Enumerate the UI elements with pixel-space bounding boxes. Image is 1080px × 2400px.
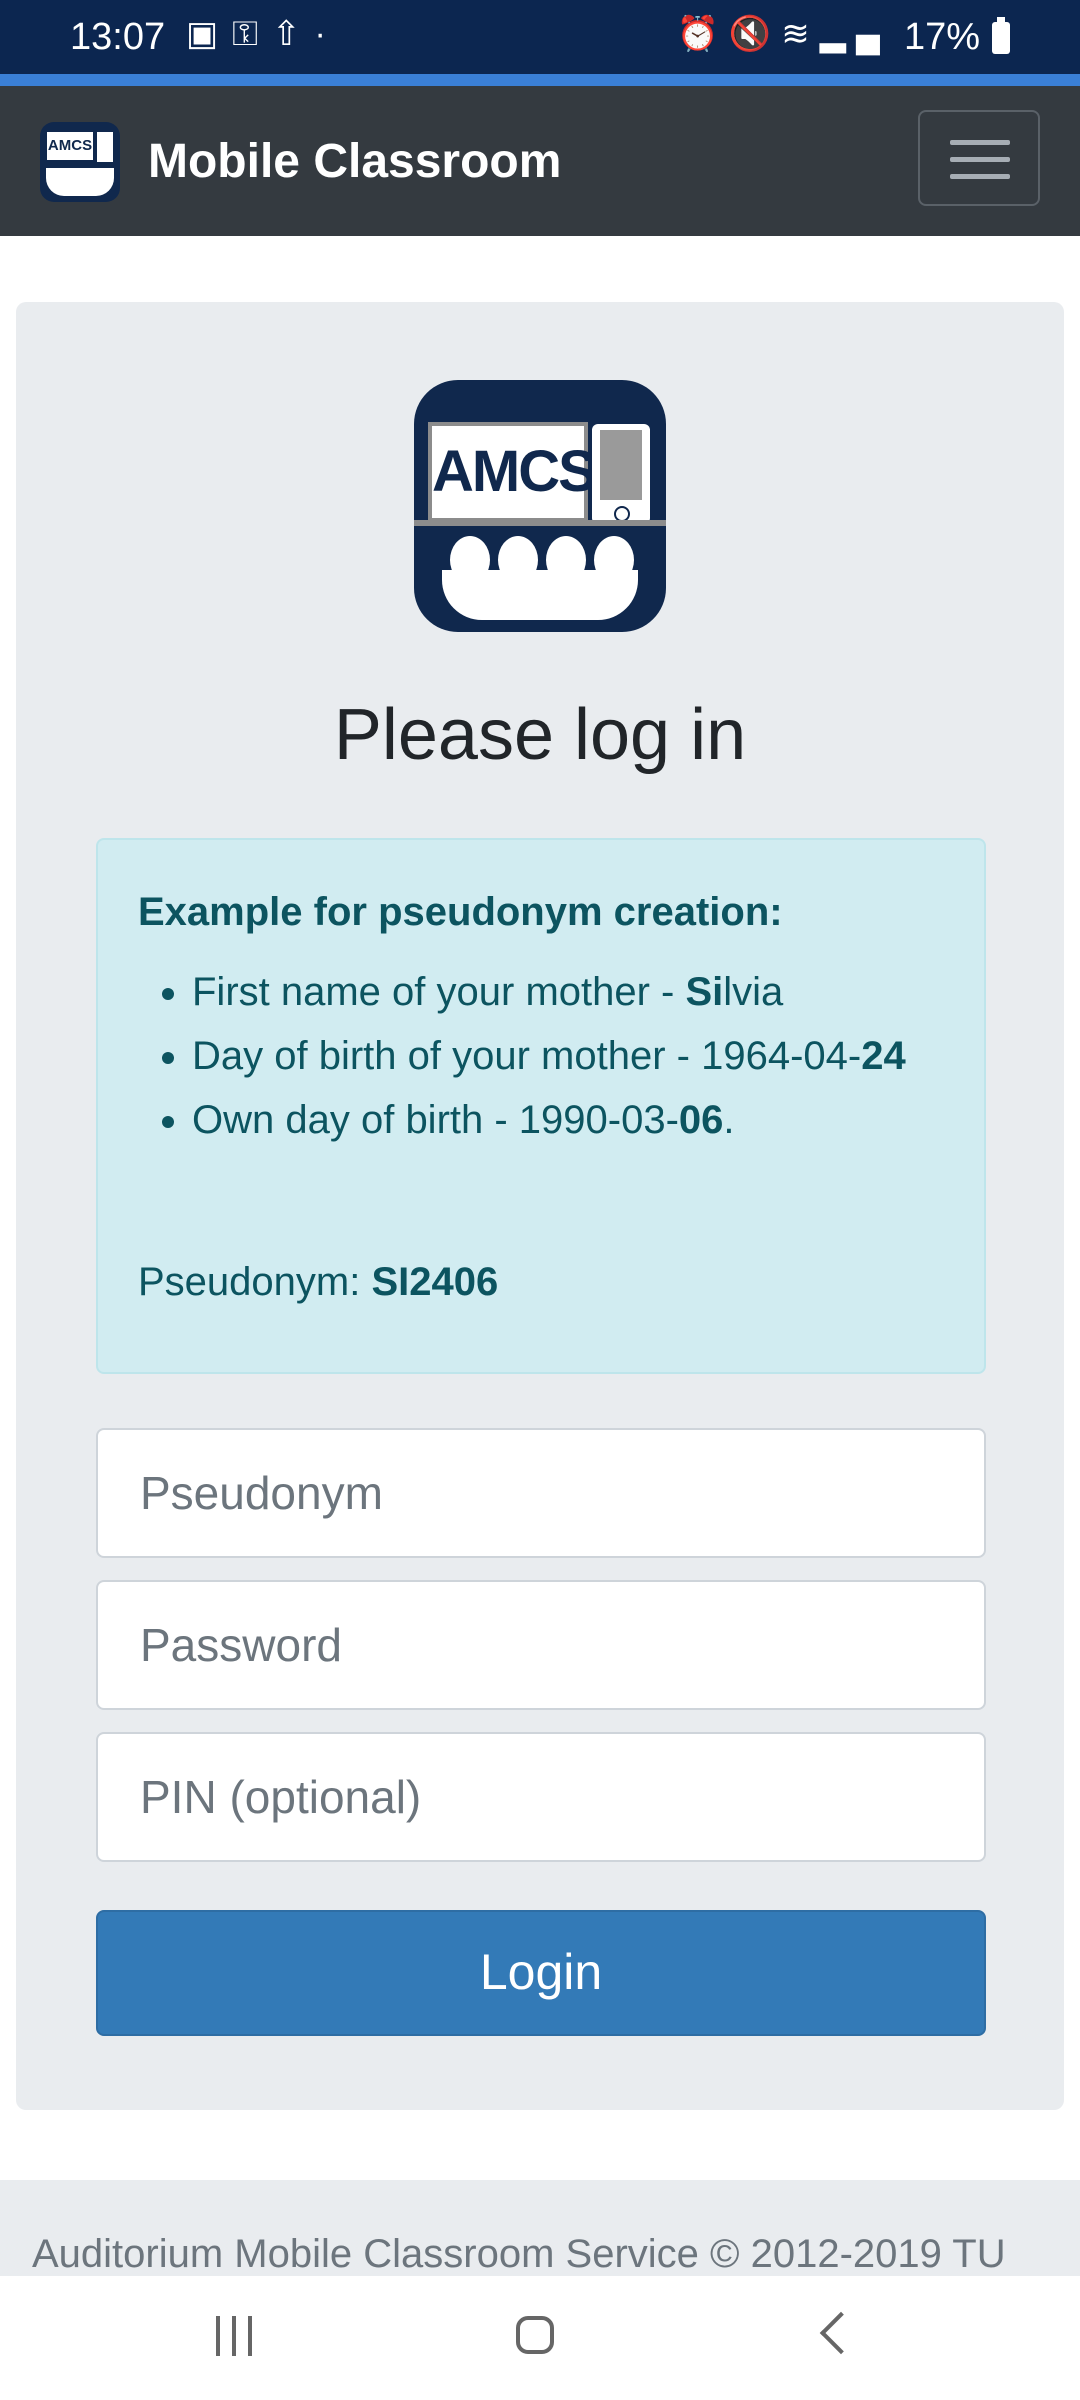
- list-item-text: .: [723, 1098, 735, 1142]
- pseudonym-label: Pseudonym:: [138, 1260, 372, 1304]
- status-right-icons: ⏰🔇≋▂▄: [677, 14, 890, 54]
- list-item-bold: 06: [678, 1098, 724, 1142]
- footer-text: Auditorium Mobile Classroom Service © 20…: [32, 2232, 1006, 2276]
- upload-icon: ⇧: [272, 15, 315, 53]
- audience-icon: [442, 570, 638, 620]
- logo-divider: [414, 520, 666, 526]
- status-time: 13:07: [70, 16, 166, 58]
- pseudonym-input-field[interactable]: [96, 1428, 986, 1558]
- password-input[interactable]: [96, 1580, 986, 1710]
- list-item-bold: Si: [685, 970, 724, 1014]
- page-title: Please log in: [333, 695, 747, 775]
- brand-logo-phone: [97, 132, 113, 162]
- amcs-logo: AMCS: [414, 380, 666, 632]
- page-footer: Auditorium Mobile Classroom Service © 20…: [0, 2180, 1080, 2280]
- pseudonym-example: Pseudonym: SI2406: [138, 1260, 498, 1305]
- list-item: Day of birth of your mother - 1964-04-24: [192, 1024, 952, 1088]
- list-item-text: lvia: [723, 970, 784, 1014]
- dot-icon: ·: [314, 15, 340, 53]
- alarm-icon: ⏰: [676, 15, 729, 53]
- brand-logo-text: AMCS: [47, 132, 93, 160]
- list-item: First name of your mother - Silvia: [192, 960, 952, 1024]
- back-icon[interactable]: [819, 2311, 863, 2355]
- accent-line: [0, 74, 1080, 86]
- list-item-text: First name of your mother -: [192, 970, 686, 1014]
- pseudonym-info-box: Example for pseudonym creation: First na…: [96, 838, 986, 1374]
- recent-apps-icon[interactable]: [216, 2316, 256, 2356]
- brand-title[interactable]: Mobile Classroom: [148, 134, 561, 189]
- pin-input[interactable]: [96, 1732, 986, 1862]
- image-icon: ▣: [186, 15, 233, 53]
- hamburger-icon-bar: [950, 157, 1010, 162]
- list-item-text: Own day of birth - 1990-03-: [192, 1098, 679, 1142]
- menu-toggle-button[interactable]: [918, 110, 1040, 206]
- signal-icon: ▂▄: [819, 15, 890, 53]
- list-item-text: Day of birth of your mother - 1964-04-: [192, 1034, 862, 1078]
- battery-percentage: 17%: [903, 16, 980, 58]
- key-icon: ⚿: [232, 15, 272, 53]
- pseudonym-value: SI2406: [371, 1260, 499, 1304]
- top-navbar: AMCS Mobile Classroom: [0, 86, 1080, 236]
- amcs-logo-text: AMCS: [428, 422, 597, 522]
- hamburger-icon-bar: [950, 174, 1010, 179]
- info-list: First name of your mother - Silvia Day o…: [138, 960, 952, 1152]
- info-title: Example for pseudonym creation:: [138, 890, 783, 934]
- hamburger-icon-bar: [950, 140, 1010, 145]
- brand-logo[interactable]: AMCS: [40, 122, 120, 202]
- brand-logo-audience: [46, 168, 114, 196]
- list-item-bold: 24: [861, 1034, 906, 1078]
- status-bar: 13:07 ▣⚿⇧· ⏰🔇≋▂▄ 17%: [0, 0, 1080, 74]
- battery-icon: [992, 17, 1010, 54]
- login-button[interactable]: Login: [96, 1910, 986, 2036]
- wifi-icon: ≋: [781, 15, 820, 53]
- phone-icon: [592, 424, 650, 524]
- list-item: Own day of birth - 1990-03-06.: [192, 1088, 952, 1152]
- home-icon[interactable]: [516, 2316, 554, 2354]
- mute-icon: 🔇: [728, 15, 782, 53]
- status-left-icons: ▣⚿⇧·: [186, 14, 340, 54]
- system-navigation-bar: [0, 2276, 1080, 2400]
